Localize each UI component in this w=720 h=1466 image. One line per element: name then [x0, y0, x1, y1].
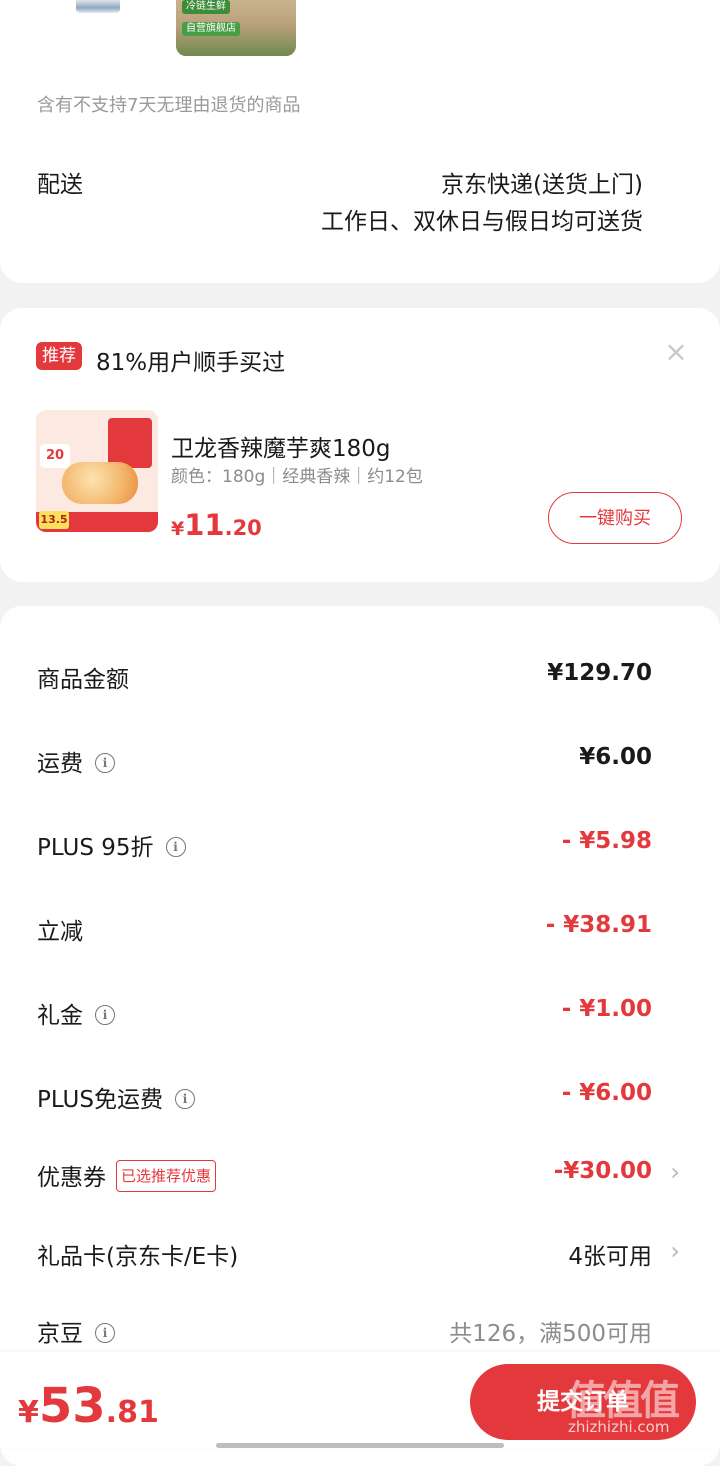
fee-row-shipping: 运费 i ¥6.00 [0, 738, 720, 778]
price-breakdown-card: 商品金额 ¥129.70 运费 i ¥6.00 PLUS 95折 i - ¥5.98… [0, 606, 720, 1466]
fee-label: 礼品卡(京东卡/E卡) [37, 1244, 239, 1270]
recommend-headline: 81%用户顺手买过 [96, 350, 286, 376]
total-decimal: .81 [105, 1395, 159, 1430]
shipment-card: 冷链生鲜 自营旗舰店 含有不支持7天无理由退货的商品 配送 京东快递(送货上门)… [0, 0, 720, 283]
fee-row-plus-free-shipping: PLUS免运费 i - ¥6.00 [0, 1074, 720, 1114]
image-price-badge: 13.5 [39, 511, 69, 529]
fee-label-wrap: 京豆 i [37, 1314, 115, 1348]
thumbnail-tag: 冷链生鲜 [182, 0, 230, 14]
fee-label: 运费 [37, 751, 83, 777]
recommended-product-price: ¥11.20 [171, 508, 262, 542]
recommendation-card: 推荐 81%用户顺手买过 × 20 13.5 卫龙香辣魔芋爽180g 颜色：18… [0, 308, 720, 582]
fee-label-wrap: 运费 i [37, 744, 115, 778]
product-thumbnail-2[interactable]: 冷链生鲜 自营旗舰店 [176, 0, 296, 56]
coupon-recommended-tag: 已选推荐优惠 [116, 1159, 217, 1192]
fee-label: 礼金 [37, 1003, 83, 1029]
fee-value: - ¥6.00 [561, 1080, 652, 1106]
fee-label-wrap: 优惠券 已选推荐优惠 [37, 1158, 217, 1195]
delivery-method[interactable]: 京东快递(送货上门) [441, 165, 643, 199]
chevron-right-icon[interactable]: › [670, 1158, 680, 1186]
fee-label: 商品金额 [37, 667, 129, 693]
fee-value: 共126，满500可用 [449, 1321, 652, 1347]
fee-row-jingdou: 京豆 i 共126，满500可用 [0, 1308, 720, 1348]
fee-value: - ¥38.91 [545, 912, 652, 938]
one-click-buy-button[interactable]: 一键购买 [548, 492, 682, 544]
fee-label: 优惠券 [37, 1165, 106, 1191]
recommended-product-image[interactable]: 20 13.5 [36, 410, 158, 532]
home-indicator[interactable] [216, 1443, 504, 1448]
fee-value: ¥129.70 [547, 660, 652, 686]
fee-row-instant-reduction: 立减 - ¥38.91 [0, 906, 720, 946]
fee-row-plus-discount: PLUS 95折 i - ¥5.98 [0, 822, 720, 862]
fee-value: - ¥1.00 [561, 996, 652, 1022]
image-promo-badge: 20 [40, 444, 70, 468]
fee-row-goods-amount: 商品金额 ¥129.70 [0, 654, 720, 694]
thumbnail-tag: 自营旗舰店 [182, 22, 240, 36]
product-food-graphic [62, 462, 138, 504]
product-package-graphic [108, 418, 152, 468]
price-currency: ¥ [171, 518, 185, 540]
checkout-bar: ¥53.81 提交订单 值值值 zhizhizhi.com [0, 1352, 720, 1448]
info-icon[interactable]: i [174, 1088, 195, 1109]
product-thumbnail-1[interactable] [76, 0, 120, 13]
watermark-url: zhizhizhi.com [568, 1418, 670, 1436]
fee-label-wrap: PLUS免运费 i [37, 1080, 195, 1114]
fee-label-wrap: 礼金 i [37, 996, 115, 1030]
fee-value: 4张可用 [568, 1244, 652, 1270]
info-icon[interactable]: i [95, 752, 115, 773]
fee-label: 京豆 [37, 1321, 83, 1347]
price-decimal: .20 [224, 516, 262, 540]
info-icon[interactable]: i [95, 1322, 115, 1343]
info-icon[interactable]: i [95, 1004, 115, 1025]
order-total: ¥53.81 [18, 1378, 159, 1434]
total-currency: ¥ [18, 1395, 39, 1430]
recommended-product-spec: 颜色：180g｜经典香辣｜约12包 [171, 467, 423, 487]
recommend-badge: 推荐 [36, 342, 82, 370]
info-icon[interactable]: i [165, 836, 186, 857]
fee-value: ¥6.00 [579, 744, 652, 770]
fee-label: 立减 [37, 919, 83, 945]
total-integer: 53 [38, 1378, 106, 1434]
fee-value: -¥30.00 [553, 1158, 652, 1184]
fee-label-wrap: PLUS 95折 i [37, 828, 186, 862]
fee-label: PLUS免运费 [37, 1087, 163, 1113]
return-policy-note: 含有不支持7天无理由退货的商品 [37, 95, 301, 116]
price-integer: 11 [184, 508, 225, 542]
fee-value: - ¥5.98 [561, 828, 652, 854]
fee-row-gift-money: 礼金 i - ¥1.00 [0, 990, 720, 1030]
delivery-schedule[interactable]: 工作日、双休日与假日均可送货 [321, 202, 643, 236]
close-icon[interactable]: × [662, 338, 690, 366]
fee-row-gift-card[interactable]: 礼品卡(京东卡/E卡) 4张可用 › [0, 1231, 720, 1271]
chevron-right-icon[interactable]: › [670, 1237, 680, 1265]
delivery-label: 配送 [37, 172, 83, 198]
recommended-product-name[interactable]: 卫龙香辣魔芋爽180g [171, 429, 391, 463]
fee-row-coupon[interactable]: 优惠券 已选推荐优惠 -¥30.00 › [0, 1152, 720, 1192]
fee-label: PLUS 95折 [37, 835, 154, 861]
